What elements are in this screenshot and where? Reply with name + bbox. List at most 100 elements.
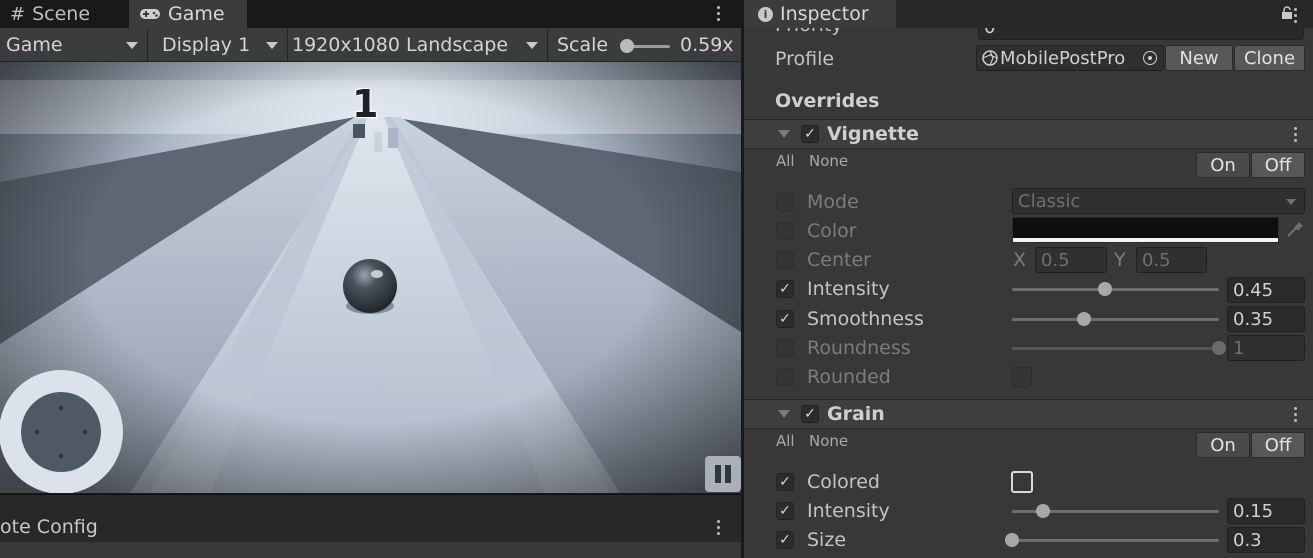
mode-label: Mode — [807, 191, 859, 213]
gamepad-icon — [140, 9, 160, 19]
profile-value: MobilePostPro — [1000, 47, 1126, 69]
override-mode-checkbox[interactable] — [776, 193, 794, 211]
game-panel: # Scene Game Game Display 1 1920x1080 La… — [0, 0, 741, 558]
vignette-menu-icon[interactable] — [1294, 127, 1298, 145]
center-y-field[interactable]: 0.5 — [1136, 247, 1207, 273]
profile-asset-icon — [982, 50, 998, 66]
vignette-on-button[interactable]: On — [1196, 152, 1250, 178]
vignette-select-all[interactable]: All — [776, 152, 795, 170]
console-tab-label[interactable]: ote Config — [0, 516, 98, 538]
scale-value: 0.59x — [680, 34, 734, 56]
override-center-checkbox[interactable] — [776, 251, 794, 269]
new-profile-button[interactable]: New — [1165, 45, 1233, 71]
mode-dropdown[interactable]: Classic — [1012, 188, 1305, 214]
priority-row: Priority 0 — [744, 28, 1313, 40]
display-select[interactable]: Display 1 — [156, 28, 286, 62]
intensity-label: Intensity — [807, 278, 890, 300]
priority-label: Priority — [775, 28, 843, 36]
roundness-value-field[interactable]: 1 — [1227, 335, 1305, 361]
override-roundness-checkbox[interactable] — [776, 339, 794, 357]
chevron-down-icon — [526, 42, 538, 49]
resolution-select[interactable]: 1920x1080 Landscape — [286, 28, 546, 62]
pause-button[interactable] — [705, 456, 741, 492]
tab-inspector[interactable]: i Inspector — [744, 0, 896, 28]
grain-menu-icon[interactable] — [1294, 407, 1298, 425]
override-intensity-checkbox[interactable]: ✓ — [776, 280, 794, 298]
console-toolbar — [0, 542, 741, 558]
smoothness-slider-handle[interactable] — [1077, 312, 1092, 326]
intensity-slider-track[interactable] — [1012, 288, 1219, 291]
toolbar-divider — [547, 28, 548, 62]
grain-intensity-slider-handle[interactable] — [1036, 504, 1051, 518]
chevron-down-icon — [266, 42, 278, 49]
center-x-field[interactable]: 0.5 — [1035, 247, 1107, 273]
intensity-slider-handle[interactable] — [1098, 282, 1113, 296]
priority-field[interactable]: 0 — [978, 28, 1304, 40]
resolution-select-value: 1920x1080 Landscape — [292, 34, 509, 56]
clone-profile-button[interactable]: Clone — [1234, 45, 1305, 71]
game-viewport[interactable]: 1 — [0, 62, 741, 493]
tab-scene[interactable]: # Scene — [0, 0, 128, 28]
vignette-header[interactable]: ✓ Vignette — [744, 119, 1313, 149]
object-picker-icon[interactable] — [1143, 51, 1157, 65]
console-menu-icon[interactable] — [717, 520, 721, 538]
color-label: Color — [807, 220, 857, 242]
profile-object-field[interactable]: MobilePostPro — [976, 45, 1164, 71]
grain-enabled-checkbox[interactable]: ✓ — [801, 405, 819, 423]
color-swatch[interactable] — [1012, 217, 1279, 243]
size-label: Size — [807, 529, 847, 551]
inspector-menu-icon[interactable] — [1294, 8, 1298, 26]
smoothness-value-field[interactable]: 0.35 — [1227, 306, 1305, 332]
center-label: Center — [807, 249, 871, 271]
override-color-checkbox[interactable] — [776, 222, 794, 240]
smoothness-label: Smoothness — [807, 308, 924, 330]
foldout-arrow-icon[interactable] — [778, 410, 790, 418]
chevron-down-icon — [126, 42, 138, 49]
grain-on-button[interactable]: On — [1196, 432, 1250, 458]
foldout-arrow-icon[interactable] — [778, 130, 790, 138]
display-select-value: Display 1 — [162, 34, 251, 56]
vignette-title: Vignette — [827, 123, 919, 145]
game-toolbar: Game Display 1 1920x1080 Landscape Scale… — [0, 28, 741, 62]
size-slider-track[interactable] — [1012, 539, 1219, 542]
override-colored-checkbox[interactable]: ✓ — [776, 473, 794, 491]
intensity-value-field[interactable]: 0.45 — [1227, 277, 1305, 303]
mode-value: Classic — [1018, 190, 1081, 212]
grain-select-none[interactable]: None — [809, 432, 848, 450]
grain-intensity-value-field[interactable]: 0.15 — [1227, 498, 1305, 524]
vignette-off-button[interactable]: Off — [1251, 152, 1305, 178]
overrides-heading: Overrides — [775, 90, 880, 112]
tab-game-label: Game — [168, 3, 225, 25]
smoothness-slider-track[interactable] — [1012, 318, 1219, 321]
info-icon: i — [758, 6, 773, 22]
rounded-label: Rounded — [807, 366, 891, 388]
tab-scene-label: Scene — [32, 3, 91, 25]
roundness-label: Roundness — [807, 337, 911, 359]
roundness-slider-track[interactable] — [1012, 347, 1219, 350]
scale-slider-handle[interactable] — [619, 39, 634, 53]
grain-select-all[interactable]: All — [776, 432, 795, 450]
vignette-enabled-checkbox[interactable]: ✓ — [801, 125, 819, 143]
eyedropper-icon[interactable] — [1284, 220, 1304, 240]
grain-header[interactable]: ✓ Grain — [744, 399, 1313, 429]
override-smoothness-checkbox[interactable]: ✓ — [776, 310, 794, 328]
lock-icon[interactable] — [1281, 6, 1293, 20]
center-x-label: X — [1013, 249, 1027, 271]
override-rounded-checkbox[interactable] — [776, 368, 794, 386]
inspector-panel: i Inspector Priority 0 Profile MobilePos… — [744, 0, 1313, 558]
game-tab-bar: # Scene Game — [0, 0, 741, 28]
tab-game[interactable]: Game — [129, 0, 247, 28]
size-slider-handle[interactable] — [1005, 533, 1019, 547]
game-panel-menu-icon[interactable] — [717, 6, 721, 24]
colored-checkbox[interactable] — [1011, 471, 1033, 493]
rounded-checkbox[interactable] — [1012, 367, 1032, 387]
grain-off-button[interactable]: Off — [1251, 432, 1305, 458]
roundness-slider-handle[interactable] — [1212, 341, 1226, 355]
size-value-field[interactable]: 0.3 — [1227, 527, 1305, 553]
inspector-tab-bar: i Inspector — [744, 0, 1313, 28]
vignette-select-none[interactable]: None — [809, 152, 848, 170]
override-grain-intensity-checkbox[interactable]: ✓ — [776, 502, 794, 520]
override-size-checkbox[interactable]: ✓ — [776, 531, 794, 549]
view-select[interactable]: Game — [0, 28, 146, 62]
grain-title: Grain — [827, 403, 885, 425]
